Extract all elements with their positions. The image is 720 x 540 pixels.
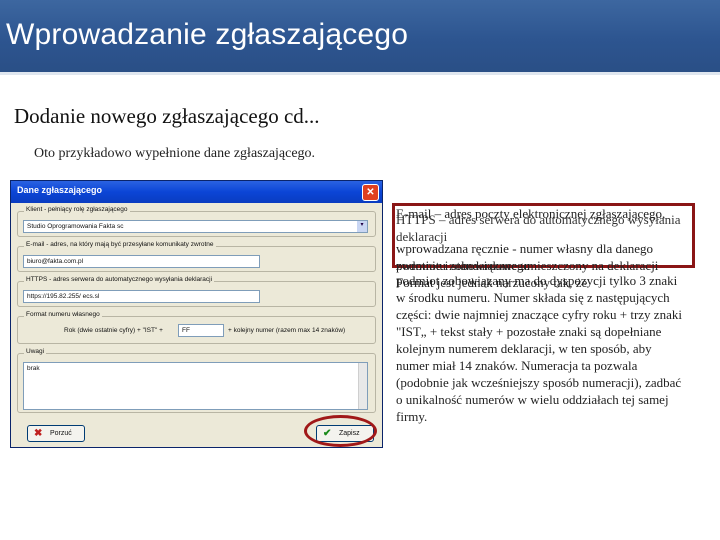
number-format-suffix-label: + kolejny numer (razem max 14 znaków): [228, 327, 346, 334]
number-format-group: Format numeru własnego Rok (dwie ostatni…: [17, 311, 376, 344]
number-format-prefix-label: Rok (dwie ostatnie cyfry) + "IST" +: [64, 327, 163, 334]
dialog-title: Dane zgłaszającego: [17, 185, 103, 195]
https-group-label: HTTPS - adres serwera do automatycznego …: [24, 276, 215, 283]
reporter-dialog: Dane zgłaszającego ✕ Klient - pełniący r…: [10, 180, 383, 448]
chevron-down-icon[interactable]: ▾: [357, 221, 367, 232]
client-combobox[interactable]: Studio Oprogramowania Fakta sc ▾: [23, 220, 368, 233]
number-format-group-label: Format numeru własnego: [24, 311, 102, 318]
client-group-label: Klient - pełniący rolę zgłaszającego: [24, 206, 130, 213]
email-group: E-mail - adres, na który mają być przesy…: [17, 241, 376, 272]
header-divider: [0, 72, 720, 75]
email-group-label: E-mail - adres, na który mają być przesy…: [24, 241, 216, 248]
notes-scrollbar[interactable]: [358, 363, 367, 409]
notes-textarea[interactable]: brak: [23, 362, 368, 410]
slide-title: Wprowadzanie zgłaszającego: [6, 18, 409, 51]
description-text: podmiot zobowiązany ma do dyspozycji tyl…: [396, 273, 682, 424]
client-group: Klient - pełniący rolę zgłaszającego Stu…: [17, 206, 376, 237]
https-field[interactable]: https://195.82.255/ ecs.sl: [23, 290, 260, 303]
notes-group: Uwagi brak: [17, 348, 376, 413]
notes-value: brak: [27, 365, 40, 372]
dialog-titlebar[interactable]: Dane zgłaszającego ✕: [11, 181, 382, 203]
number-format-input[interactable]: FF: [178, 324, 224, 337]
intro-text: Oto przykładowo wypełnione dane zgłaszaj…: [34, 146, 316, 161]
cancel-icon: ✖: [34, 428, 43, 439]
cancel-button[interactable]: ✖ Porzuć: [27, 425, 85, 442]
section-heading: Dodanie nowego zgłaszającego cd...: [14, 104, 320, 128]
close-icon[interactable]: ✕: [362, 184, 379, 201]
email-field[interactable]: biuro@fakta.com.pl: [23, 255, 260, 268]
client-value: Studio Oprogramowania Fakta sc: [27, 223, 124, 230]
save-button-highlight: [304, 415, 377, 447]
notes-group-label: Uwagi: [24, 348, 47, 355]
slide-header: Wprowadzanie zgłaszającego: [0, 0, 720, 72]
cancel-button-label: Porzuć: [50, 430, 72, 437]
https-group: HTTPS - adres serwera do automatycznego …: [17, 276, 376, 307]
